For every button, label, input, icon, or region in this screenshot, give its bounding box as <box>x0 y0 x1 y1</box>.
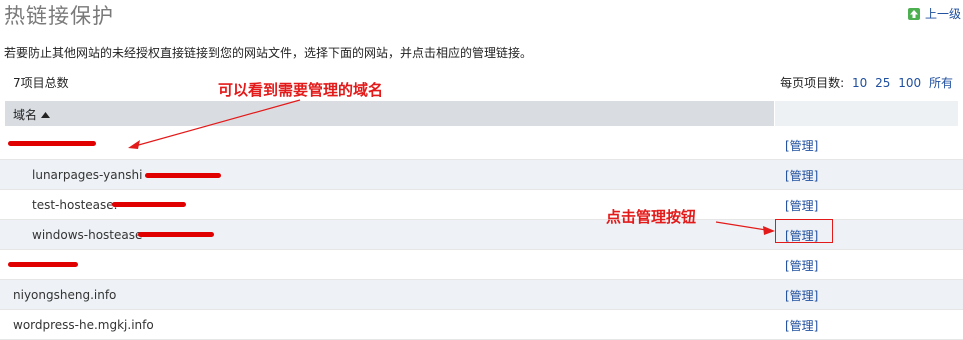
annotation-domain-note: 可以看到需要管理的域名 <box>218 81 384 99</box>
page-title: 热链接保护 <box>4 4 114 28</box>
annotation-button-note: 点击管理按钮 <box>606 208 697 226</box>
per-page-100[interactable]: 100 <box>898 76 921 90</box>
up-arrow-icon <box>907 7 920 20</box>
manage-button[interactable]: [管理] <box>785 167 818 184</box>
manage-button[interactable]: [管理] <box>785 317 818 334</box>
table-header-actions <box>775 101 958 126</box>
redaction-mark <box>8 262 78 267</box>
up-level-label[interactable]: 上一级 <box>925 5 961 22</box>
manage-button[interactable]: [管理] <box>785 257 818 274</box>
per-page-25[interactable]: 25 <box>875 76 890 90</box>
item-count: 7项目总数 <box>13 76 69 90</box>
table-row: niyongsheng.info [管理] <box>0 280 963 310</box>
domain-cell: niyongsheng.info <box>13 288 117 302</box>
table-row: lunarpages-yanshi [管理] <box>0 160 963 190</box>
per-page-label: 每页项目数: <box>780 76 845 90</box>
per-page-all[interactable]: 所有 <box>929 76 953 90</box>
sort-ascending-icon <box>40 112 50 118</box>
up-level-link[interactable]: 上一级 <box>907 5 961 22</box>
domain-cell: wordpress-he.mgkj.info <box>13 318 154 332</box>
manage-button[interactable]: [管理] <box>785 197 818 214</box>
redaction-mark <box>138 232 214 237</box>
per-page-10[interactable]: 10 <box>852 76 867 90</box>
manage-button[interactable]: [管理] <box>785 287 818 304</box>
per-page-selector: 每页项目数: 10 25 100 所有 <box>780 74 953 91</box>
domain-cell: windows-hostease <box>32 228 143 242</box>
table-row: [管理] <box>0 130 963 160</box>
table-row: wordpress-he.mgkj.info [管理] <box>0 310 963 340</box>
table-row: [管理] <box>0 250 963 280</box>
domain-cell: lunarpages-yanshi <box>32 168 143 182</box>
redaction-mark <box>8 141 96 146</box>
table-row: test-hostease. [管理] <box>0 190 963 220</box>
page-description: 若要防止其他网站的未经授权直接链接到您的网站文件，选择下面的网站，并点击相应的管… <box>4 46 533 60</box>
manage-button[interactable]: [管理] <box>785 137 818 154</box>
highlight-box <box>775 219 833 243</box>
column-header-domain[interactable]: 域名 <box>13 106 50 123</box>
redaction-mark <box>112 202 186 207</box>
table-header: 域名 <box>5 101 774 126</box>
redaction-mark <box>145 173 221 178</box>
domain-cell: test-hostease. <box>32 198 118 212</box>
